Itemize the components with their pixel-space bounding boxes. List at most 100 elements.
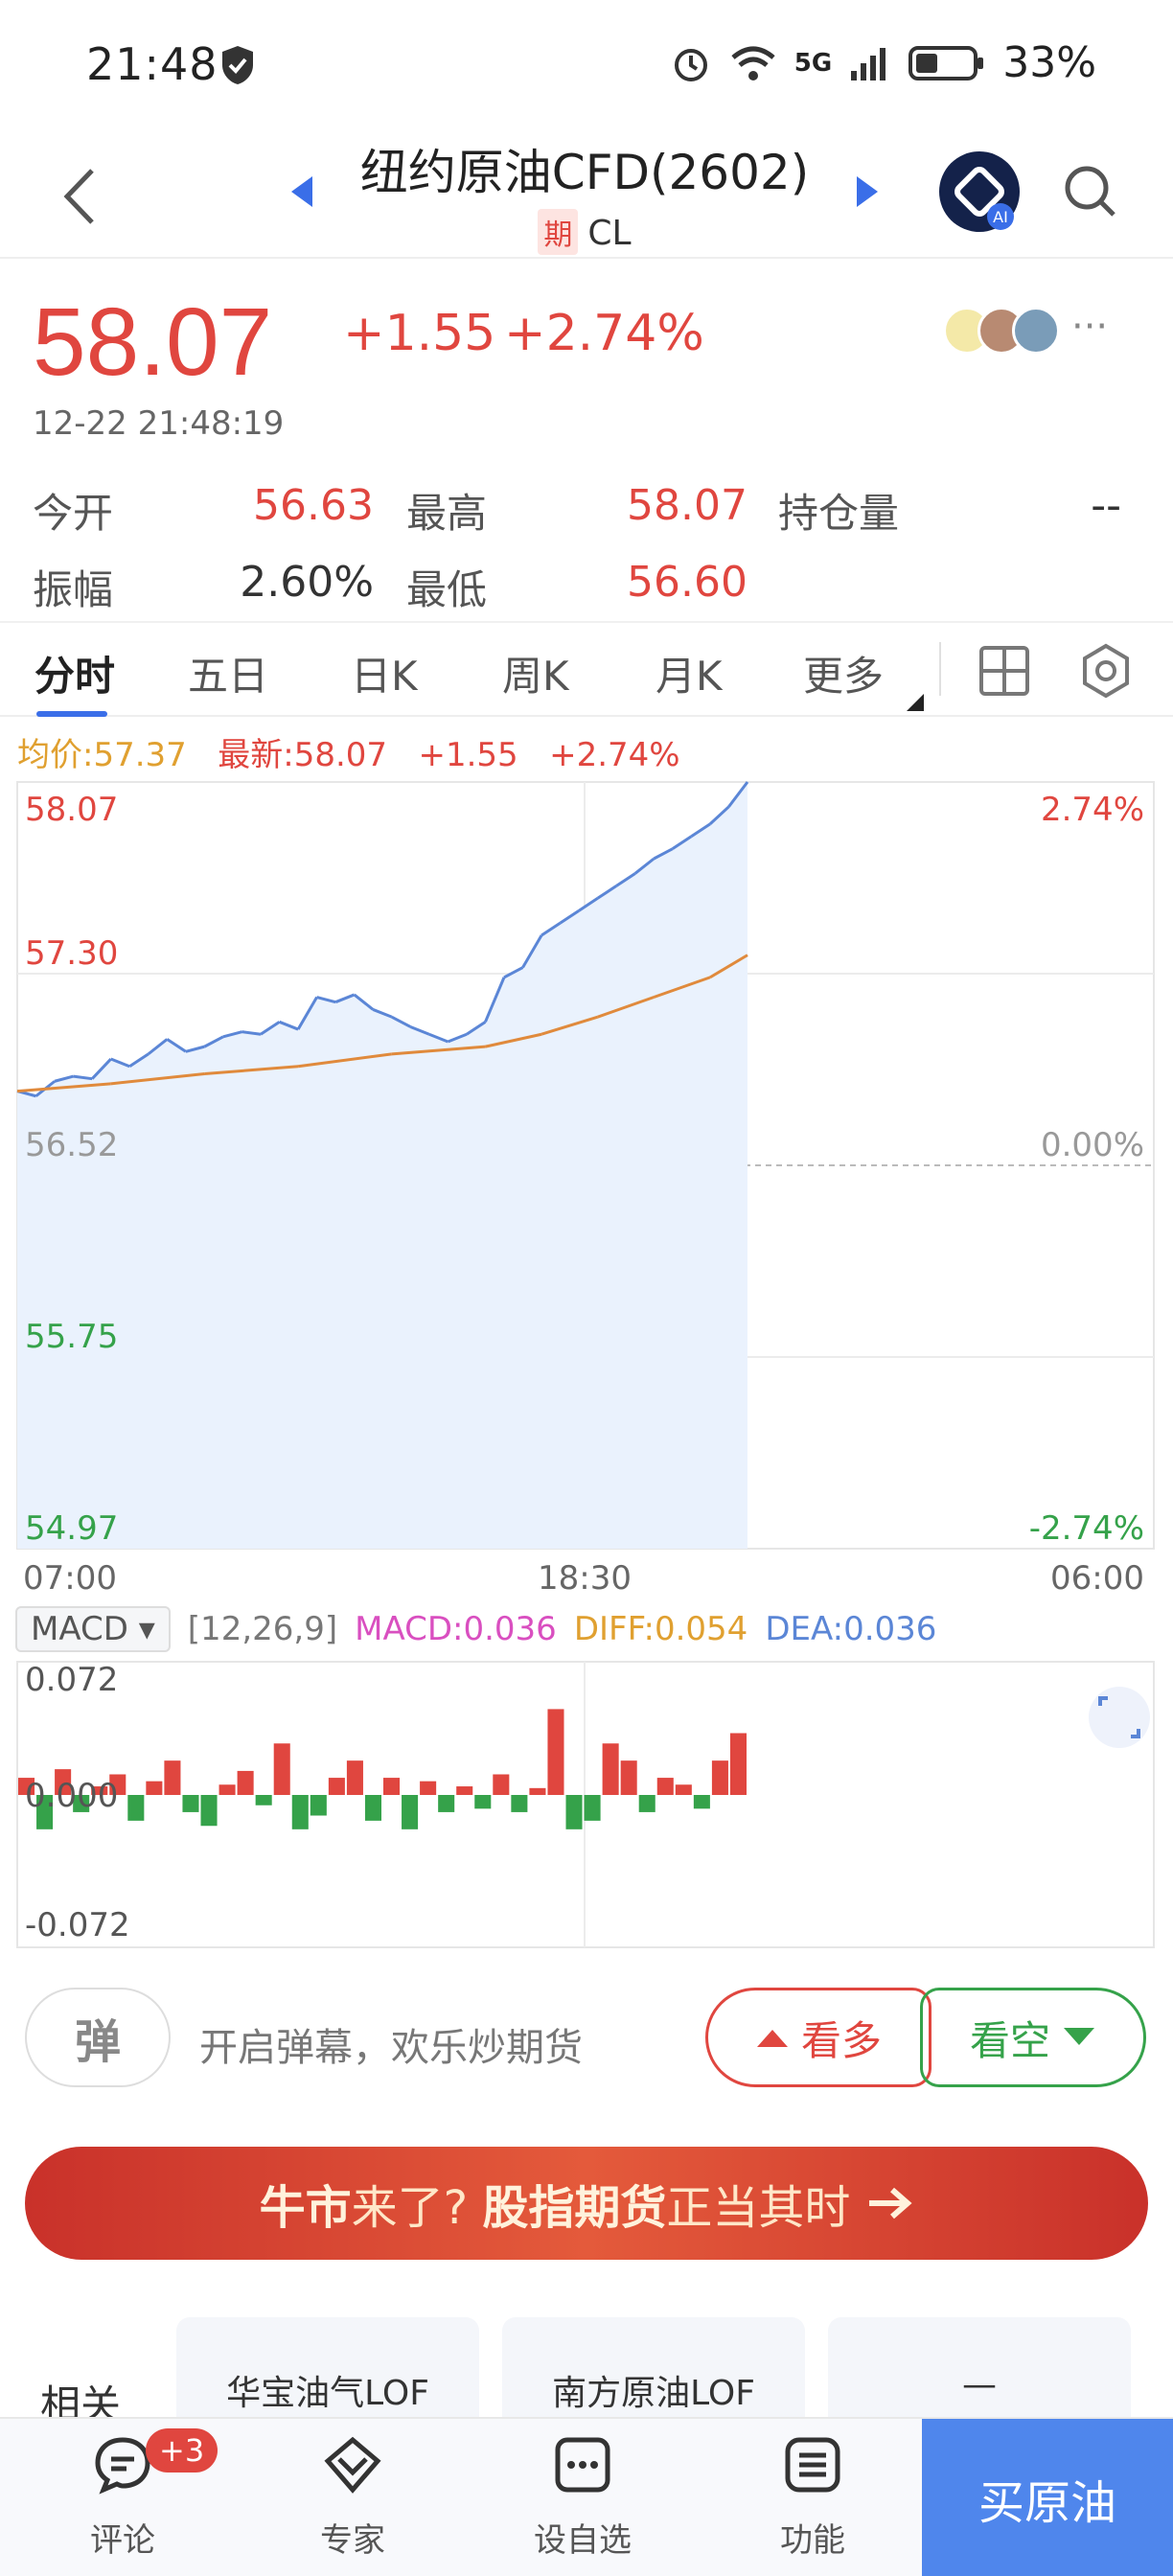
related-card-title: 南方原油LOF: [552, 2374, 755, 2413]
nav-watchlist[interactable]: 设自选: [506, 2434, 659, 2561]
nav-expert[interactable]: 专家: [276, 2434, 429, 2561]
signal-icon: [851, 47, 886, 80]
page-title: 纽约原油CFD(2602): [359, 145, 810, 200]
last-price: 58.07: [33, 288, 273, 396]
macd-bar: [310, 1795, 327, 1816]
nav-comment-label: 评论: [90, 2521, 155, 2560]
next-arrow-icon[interactable]: [853, 172, 882, 211]
macd-bar: [164, 1760, 181, 1795]
grid-layout-icon[interactable]: [978, 644, 1031, 698]
stat-value: 58.07: [627, 481, 748, 530]
macd-bar: [529, 1787, 546, 1795]
macd-bar: [656, 1778, 674, 1795]
banner-text-3: 股指期货: [482, 2181, 667, 2235]
macd-bar: [200, 1795, 218, 1827]
ai-label: AI: [993, 208, 1008, 226]
back-icon[interactable]: [54, 163, 111, 230]
macd-bar: [127, 1795, 145, 1821]
danmaku-icon: 弹: [74, 2015, 121, 2069]
banner-text-1: 牛市: [259, 2181, 352, 2235]
expand-icon[interactable]: [1089, 1687, 1150, 1748]
comment-icon: [95, 2437, 150, 2495]
danmaku-toggle-button[interactable]: 弹: [25, 1988, 171, 2087]
x-tick: 07:00: [23, 1559, 117, 1598]
tab-intraday[interactable]: 分时: [34, 644, 115, 702]
subtitle: 期 CL: [345, 209, 824, 255]
macd-y-tick: 0.072: [25, 1661, 118, 1699]
macd-bar: [602, 1743, 619, 1795]
vote-bull-button[interactable]: 看多: [705, 1988, 932, 2087]
vote-bull-label: 看多: [800, 2016, 882, 2064]
macd-legend: MACD ▾ [12,26,9] MACD:0.036 DIFF:0.054 D…: [15, 1606, 936, 1652]
stat-value: 56.63: [253, 481, 374, 530]
price-change: +1.55: [343, 305, 496, 362]
tab-monthly[interactable]: 月K: [656, 644, 723, 702]
nav-functions[interactable]: 功能: [736, 2434, 889, 2561]
macd-bar: [565, 1795, 583, 1829]
corner-triangle-icon: [907, 694, 924, 711]
divider: [939, 642, 941, 696]
macd-bar: [493, 1774, 510, 1795]
macd-bar: [729, 1733, 747, 1795]
tab-more[interactable]: 更多: [803, 644, 884, 702]
more-icon[interactable]: ···: [1071, 305, 1108, 349]
arrow-right-icon: [869, 2187, 912, 2220]
status-bar: 21:48 5G 33%: [0, 0, 1173, 134]
y-tick-right: -2.74%: [1029, 1509, 1144, 1548]
nav-watchlist-label: 设自选: [534, 2521, 632, 2560]
y-tick-left: 56.52: [25, 1126, 118, 1164]
price-change-pct: +2.74%: [504, 305, 704, 362]
avatar-group[interactable]: [943, 307, 1060, 355]
up-arrow-icon: [756, 2030, 788, 2047]
macd-bar: [456, 1786, 473, 1795]
stat-label: 今开: [33, 490, 114, 537]
vote-bear-button[interactable]: 看空: [920, 1988, 1146, 2087]
header: 纽约原油CFD(2602) 期 CL AI: [0, 134, 1173, 259]
ai-assistant-button[interactable]: AI: [939, 151, 1020, 232]
related-card-title: —: [962, 2365, 997, 2404]
related-card[interactable]: 南方原油LOF: [502, 2317, 805, 2432]
intraday-chart[interactable]: 58.07 57.30 56.52 55.75 54.97 2.74% 0.00% -2.74…: [0, 767, 1173, 1955]
macd-bar: [346, 1760, 363, 1795]
macd-value: MACD:0.036: [355, 1610, 557, 1648]
y-tick-right: 0.00%: [1041, 1126, 1144, 1164]
status-time: 21:48: [86, 38, 218, 90]
buy-button[interactable]: 买原油: [922, 2419, 1173, 2576]
price-area: [17, 782, 748, 1549]
macd-bar: [420, 1781, 437, 1795]
promo-banner[interactable]: 牛市来了? 股指期货正当其时: [25, 2147, 1148, 2260]
tab-underline: [36, 711, 107, 717]
macd-bar: [146, 1781, 163, 1795]
network-label: 5G: [794, 48, 833, 78]
comment-count-badge: +3: [146, 2428, 218, 2472]
menu-icon: [785, 2437, 840, 2493]
related-card[interactable]: 华宝油气LOF: [176, 2317, 479, 2432]
related-card[interactable]: —: [828, 2317, 1131, 2432]
nav-functions-label: 功能: [780, 2521, 845, 2560]
macd-bar: [620, 1760, 637, 1795]
macd-bar: [291, 1795, 309, 1829]
settings-icon[interactable]: [1077, 642, 1135, 700]
macd-bar: [383, 1778, 401, 1795]
macd-bar: [364, 1795, 381, 1821]
battery-icon: [908, 45, 984, 80]
dea-value: DEA:0.036: [765, 1610, 937, 1648]
macd-bar: [511, 1795, 528, 1812]
stat-label: 最高: [406, 490, 488, 537]
related-card-title: 华宝油气LOF: [226, 2374, 429, 2413]
macd-bar: [547, 1709, 564, 1795]
macd-bar: [693, 1795, 710, 1809]
tab-daily[interactable]: 日K: [351, 644, 418, 702]
prev-arrow-icon[interactable]: [288, 172, 316, 211]
tab-5day[interactable]: 五日: [188, 644, 268, 702]
macd-bar: [711, 1760, 728, 1795]
indicator-select[interactable]: MACD ▾: [15, 1606, 171, 1652]
search-icon[interactable]: [1062, 163, 1119, 220]
macd-params: [12,26,9]: [187, 1610, 338, 1648]
shield-icon: [222, 46, 253, 84]
wifi-icon: [731, 46, 775, 80]
vote-bear-label: 看空: [969, 2016, 1050, 2064]
stat-value: 2.60%: [240, 558, 374, 607]
diff-value: DIFF:0.054: [573, 1610, 748, 1648]
tab-weekly[interactable]: 周K: [502, 644, 569, 702]
